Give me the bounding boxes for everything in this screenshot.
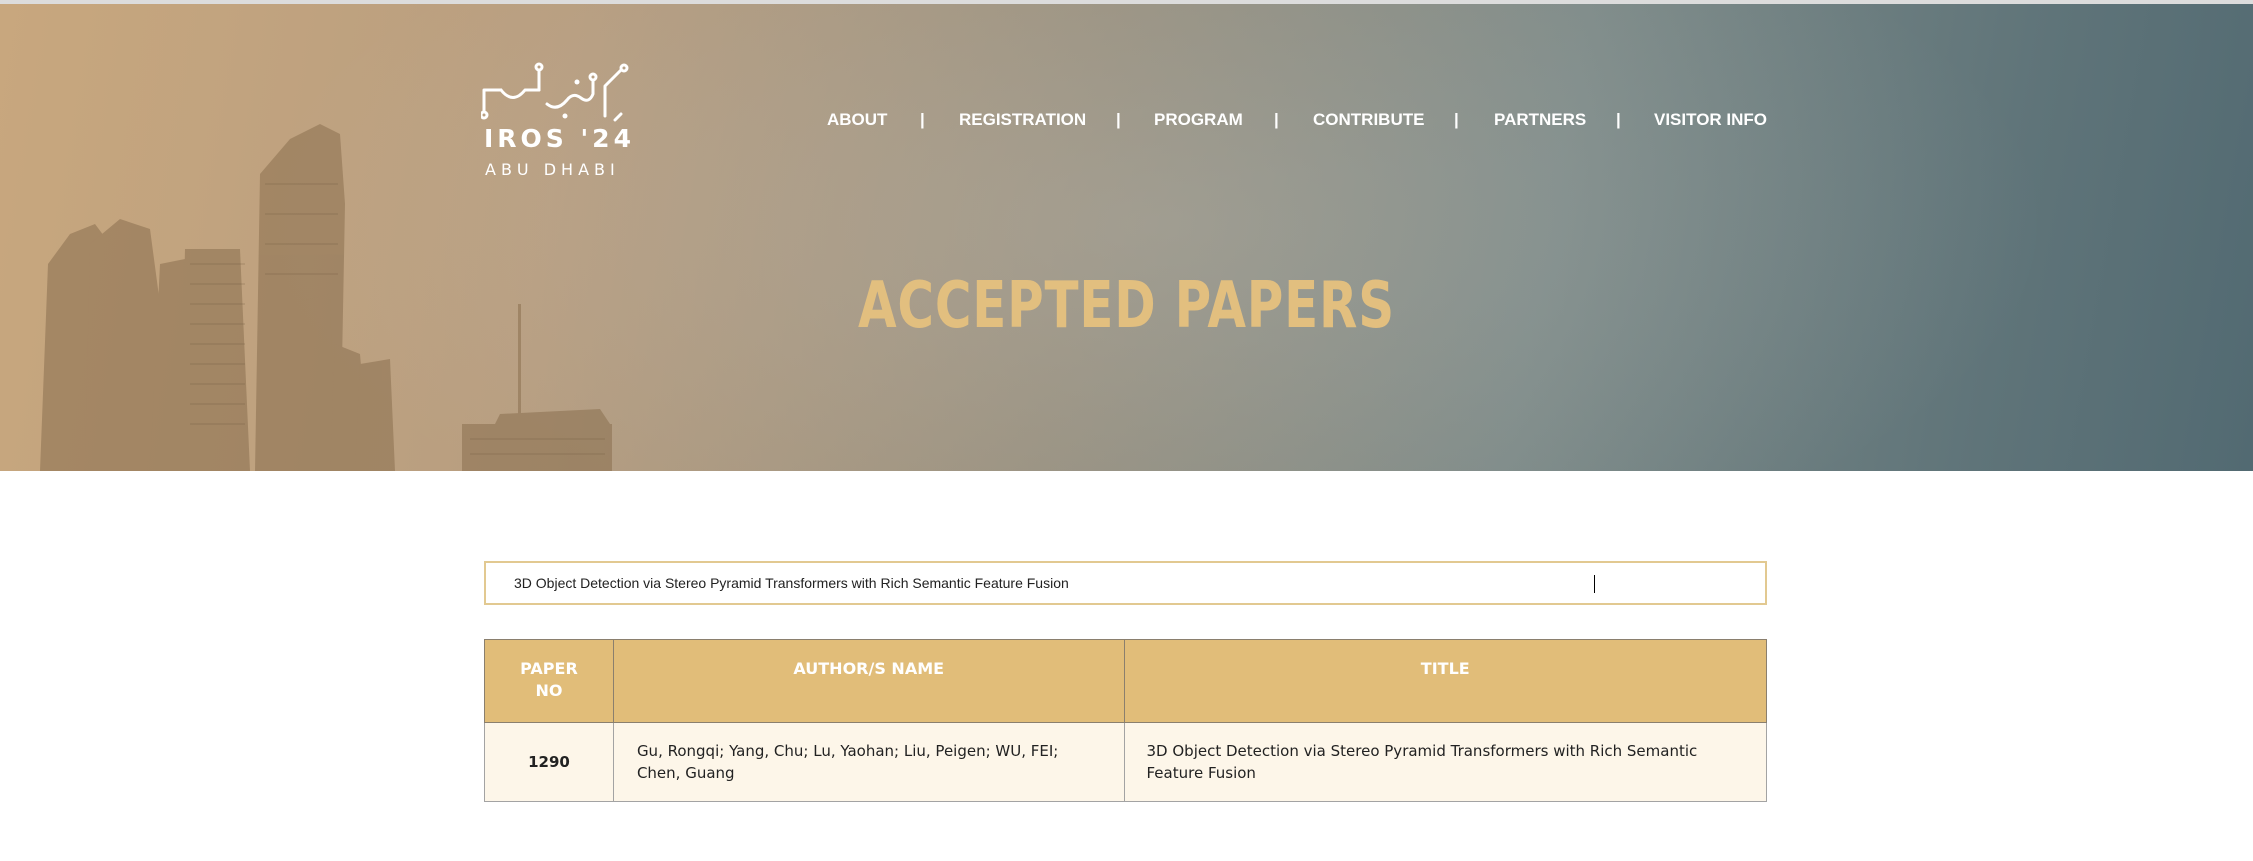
main-nav: ABOUT | REGISTRATION | PROGRAM | CONTRIB… <box>0 110 2253 136</box>
text-caret <box>1594 575 1595 593</box>
nav-partners[interactable]: PARTNERS <box>1494 110 1586 130</box>
table-header-row: PAPER NO AUTHOR/S NAME TITLE <box>484 639 1767 723</box>
column-header-title: TITLE <box>1123 639 1767 723</box>
hero-banner: IROS '24 ABU DHABI ABOUT | REGISTRATION … <box>0 4 2253 471</box>
column-header-paper-no: PAPER NO <box>484 639 614 723</box>
nav-contribute[interactable]: CONTRIBUTE <box>1313 110 1424 130</box>
nav-visitor-info[interactable]: VISITOR INFO <box>1654 110 1767 130</box>
nav-separator: | <box>1616 110 1621 129</box>
authors-cell: Gu, Rongqi; Yang, Chu; Lu, Yaohan; Liu, … <box>612 722 1125 802</box>
nav-separator: | <box>1454 110 1459 129</box>
page-title: ACCEPTED PAPERS <box>858 269 1395 343</box>
nav-registration[interactable]: REGISTRATION <box>959 110 1086 130</box>
nav-separator: | <box>1116 110 1121 129</box>
search-box[interactable] <box>484 561 1767 605</box>
column-header-authors: AUTHOR/S NAME <box>612 639 1125 723</box>
nav-separator: | <box>1274 110 1279 129</box>
nav-program[interactable]: PROGRAM <box>1154 110 1243 130</box>
search-input[interactable] <box>514 575 1714 591</box>
nav-separator: | <box>920 110 925 129</box>
papers-table: PAPER NO AUTHOR/S NAME TITLE 1290 Gu, Ro… <box>484 639 1767 802</box>
title-cell: 3D Object Detection via Stereo Pyramid T… <box>1123 722 1767 802</box>
nav-about[interactable]: ABOUT <box>827 110 887 130</box>
table-row: 1290 Gu, Rongqi; Yang, Chu; Lu, Yaohan; … <box>484 722 1767 802</box>
logo-subtitle: ABU DHABI <box>485 160 620 179</box>
column-header-paper-no-label: PAPER NO <box>520 659 578 700</box>
paper-number-cell: 1290 <box>484 722 614 802</box>
